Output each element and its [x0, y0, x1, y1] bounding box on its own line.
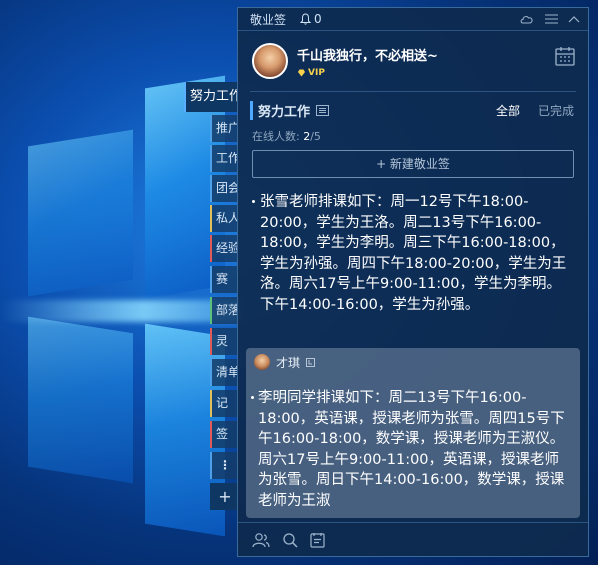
online-count: 在线人数: 2/5	[238, 128, 588, 146]
group-menu-icon[interactable]	[316, 104, 330, 116]
app-title: 敬业签	[250, 12, 287, 27]
vip-label: VIP	[308, 67, 325, 78]
note-tag-icon	[306, 357, 316, 367]
avatar[interactable]	[252, 43, 288, 79]
title-bar: 敬业签 0	[238, 8, 588, 31]
contacts-icon[interactable]	[252, 532, 270, 548]
desktop-logo-pane	[28, 316, 133, 484]
note-item[interactable]: 张雪老师排课如下：周一12号下午18:00-20:00，学生为王洛。周二13号下…	[238, 192, 588, 315]
note-author: 才琪	[276, 355, 301, 370]
online-total: /5	[310, 130, 321, 143]
desktop-logo-pane	[28, 129, 133, 297]
side-tab-item[interactable]: 记	[210, 390, 238, 417]
chevron-up-icon[interactable]	[568, 15, 580, 23]
user-header: 千山我独行，不必相送~ VIP	[238, 31, 588, 91]
note-item-shared[interactable]: 才琪 李明同学排课如下：周二13号下午16:00-18:00，英语课，授课老师为…	[246, 348, 580, 518]
side-tab-item[interactable]: 签	[210, 421, 238, 448]
side-tab-item[interactable]: 部落	[210, 297, 238, 324]
search-icon[interactable]	[282, 532, 298, 548]
side-tab-item[interactable]: 工作	[210, 145, 238, 172]
diamond-icon	[298, 69, 305, 76]
online-label: 在线人数:	[252, 130, 300, 143]
side-tab-item[interactable]: 推广	[210, 115, 238, 142]
group-title: 努力工作	[250, 100, 310, 120]
menu-icon[interactable]	[545, 14, 558, 24]
bottom-toolbar	[238, 522, 588, 556]
author-avatar	[254, 354, 270, 370]
side-tab-active[interactable]: 努力工作	[184, 82, 238, 112]
group-header: 努力工作 全部 已完成	[238, 92, 588, 128]
calendar-icon[interactable]	[554, 45, 576, 71]
note-text: 李明同学排课如下：周二13号下午16:00-18:00，英语课，授课老师为张雪。…	[258, 390, 565, 509]
bullet-icon	[252, 200, 255, 203]
note-text: 张雪老师排课如下：周一12号下午18:00-20:00，学生为王洛。周二13号下…	[260, 194, 567, 313]
note-author-row: 才琪	[246, 348, 580, 376]
side-tab-more[interactable]: ⋮	[210, 452, 238, 479]
side-tab-item[interactable]: 赛	[210, 266, 238, 293]
desktop-light-beam	[0, 300, 240, 322]
new-note-button[interactable]: + 新建敬业签	[252, 150, 574, 178]
cloud-sync-icon[interactable]	[519, 13, 535, 25]
note-body: 李明同学排课如下：周二13号下午16:00-18:00，英语课，授课老师为张雪。…	[246, 388, 580, 511]
side-tab-item[interactable]: 清单	[210, 359, 238, 386]
bell-icon[interactable]	[300, 13, 312, 25]
user-signature: 千山我独行，不必相送~	[297, 48, 438, 64]
side-tab-item[interactable]: 灵	[210, 328, 238, 355]
sticky-note-panel: 敬业签 0 千山我独行，不必相送~ VIP 努力工作 全部 已完成 在线人数: …	[237, 7, 589, 557]
side-tab-item[interactable]: 私人	[210, 205, 238, 232]
side-tab-item[interactable]: 团会	[210, 175, 238, 202]
side-tab-item[interactable]: 经验	[210, 235, 238, 262]
notification-count: 0	[314, 12, 322, 26]
notes-list-icon[interactable]	[310, 532, 325, 548]
vip-badge: VIP	[297, 68, 438, 78]
side-tab-add[interactable]: +	[210, 483, 238, 510]
bullet-icon	[251, 396, 254, 399]
filter-done-tab[interactable]: 已完成	[538, 102, 574, 119]
filter-all-tab[interactable]: 全部	[496, 102, 520, 119]
